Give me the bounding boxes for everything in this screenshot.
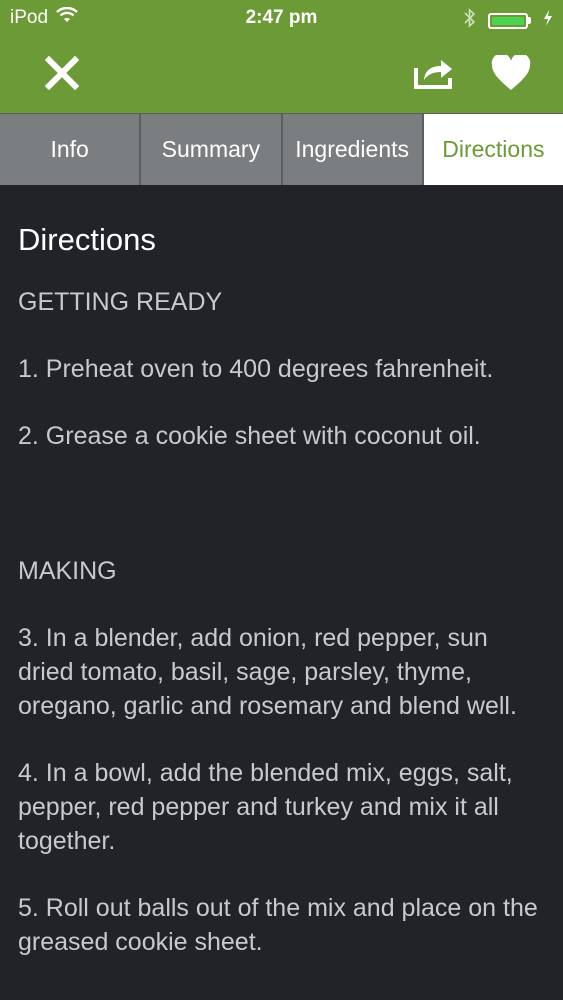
direction-step: 4. In a bowl, add the blended mix, eggs,… — [18, 759, 513, 855]
close-icon — [44, 55, 79, 95]
heart-icon — [491, 53, 531, 96]
bluetooth-icon — [464, 8, 476, 33]
direction-step: 1. Preheat oven to 400 degrees fahrenhei… — [18, 355, 494, 383]
battery-icon — [488, 12, 528, 29]
nav-bar — [0, 38, 563, 113]
tab-ingredients[interactable]: Ingredients — [283, 114, 424, 185]
section-heading-making: MAKING — [18, 557, 117, 585]
status-right — [464, 8, 553, 33]
tab-bar: Info Summary Ingredients Directions — [0, 113, 563, 185]
tab-summary[interactable]: Summary — [141, 114, 283, 185]
page-title: Directions — [18, 222, 156, 257]
favorite-button[interactable] — [473, 38, 548, 113]
share-icon — [413, 56, 455, 95]
close-button[interactable] — [24, 38, 99, 113]
share-button[interactable] — [396, 38, 471, 113]
directions-content: Directions GETTING READY 1. Preheat oven… — [18, 185, 548, 992]
direction-step: 5. Roll out balls out of the mix and pla… — [18, 894, 538, 956]
section-heading-getting-ready: GETTING READY — [18, 288, 223, 316]
tab-info[interactable]: Info — [0, 114, 142, 185]
tab-directions[interactable]: Directions — [423, 114, 563, 185]
status-bar: iPod 2:47 pm — [0, 0, 563, 38]
charging-icon — [543, 10, 553, 31]
direction-step: 2. Grease a cookie sheet with coconut oi… — [18, 422, 481, 450]
direction-step: 3. In a blender, add onion, red pepper, … — [18, 624, 517, 720]
